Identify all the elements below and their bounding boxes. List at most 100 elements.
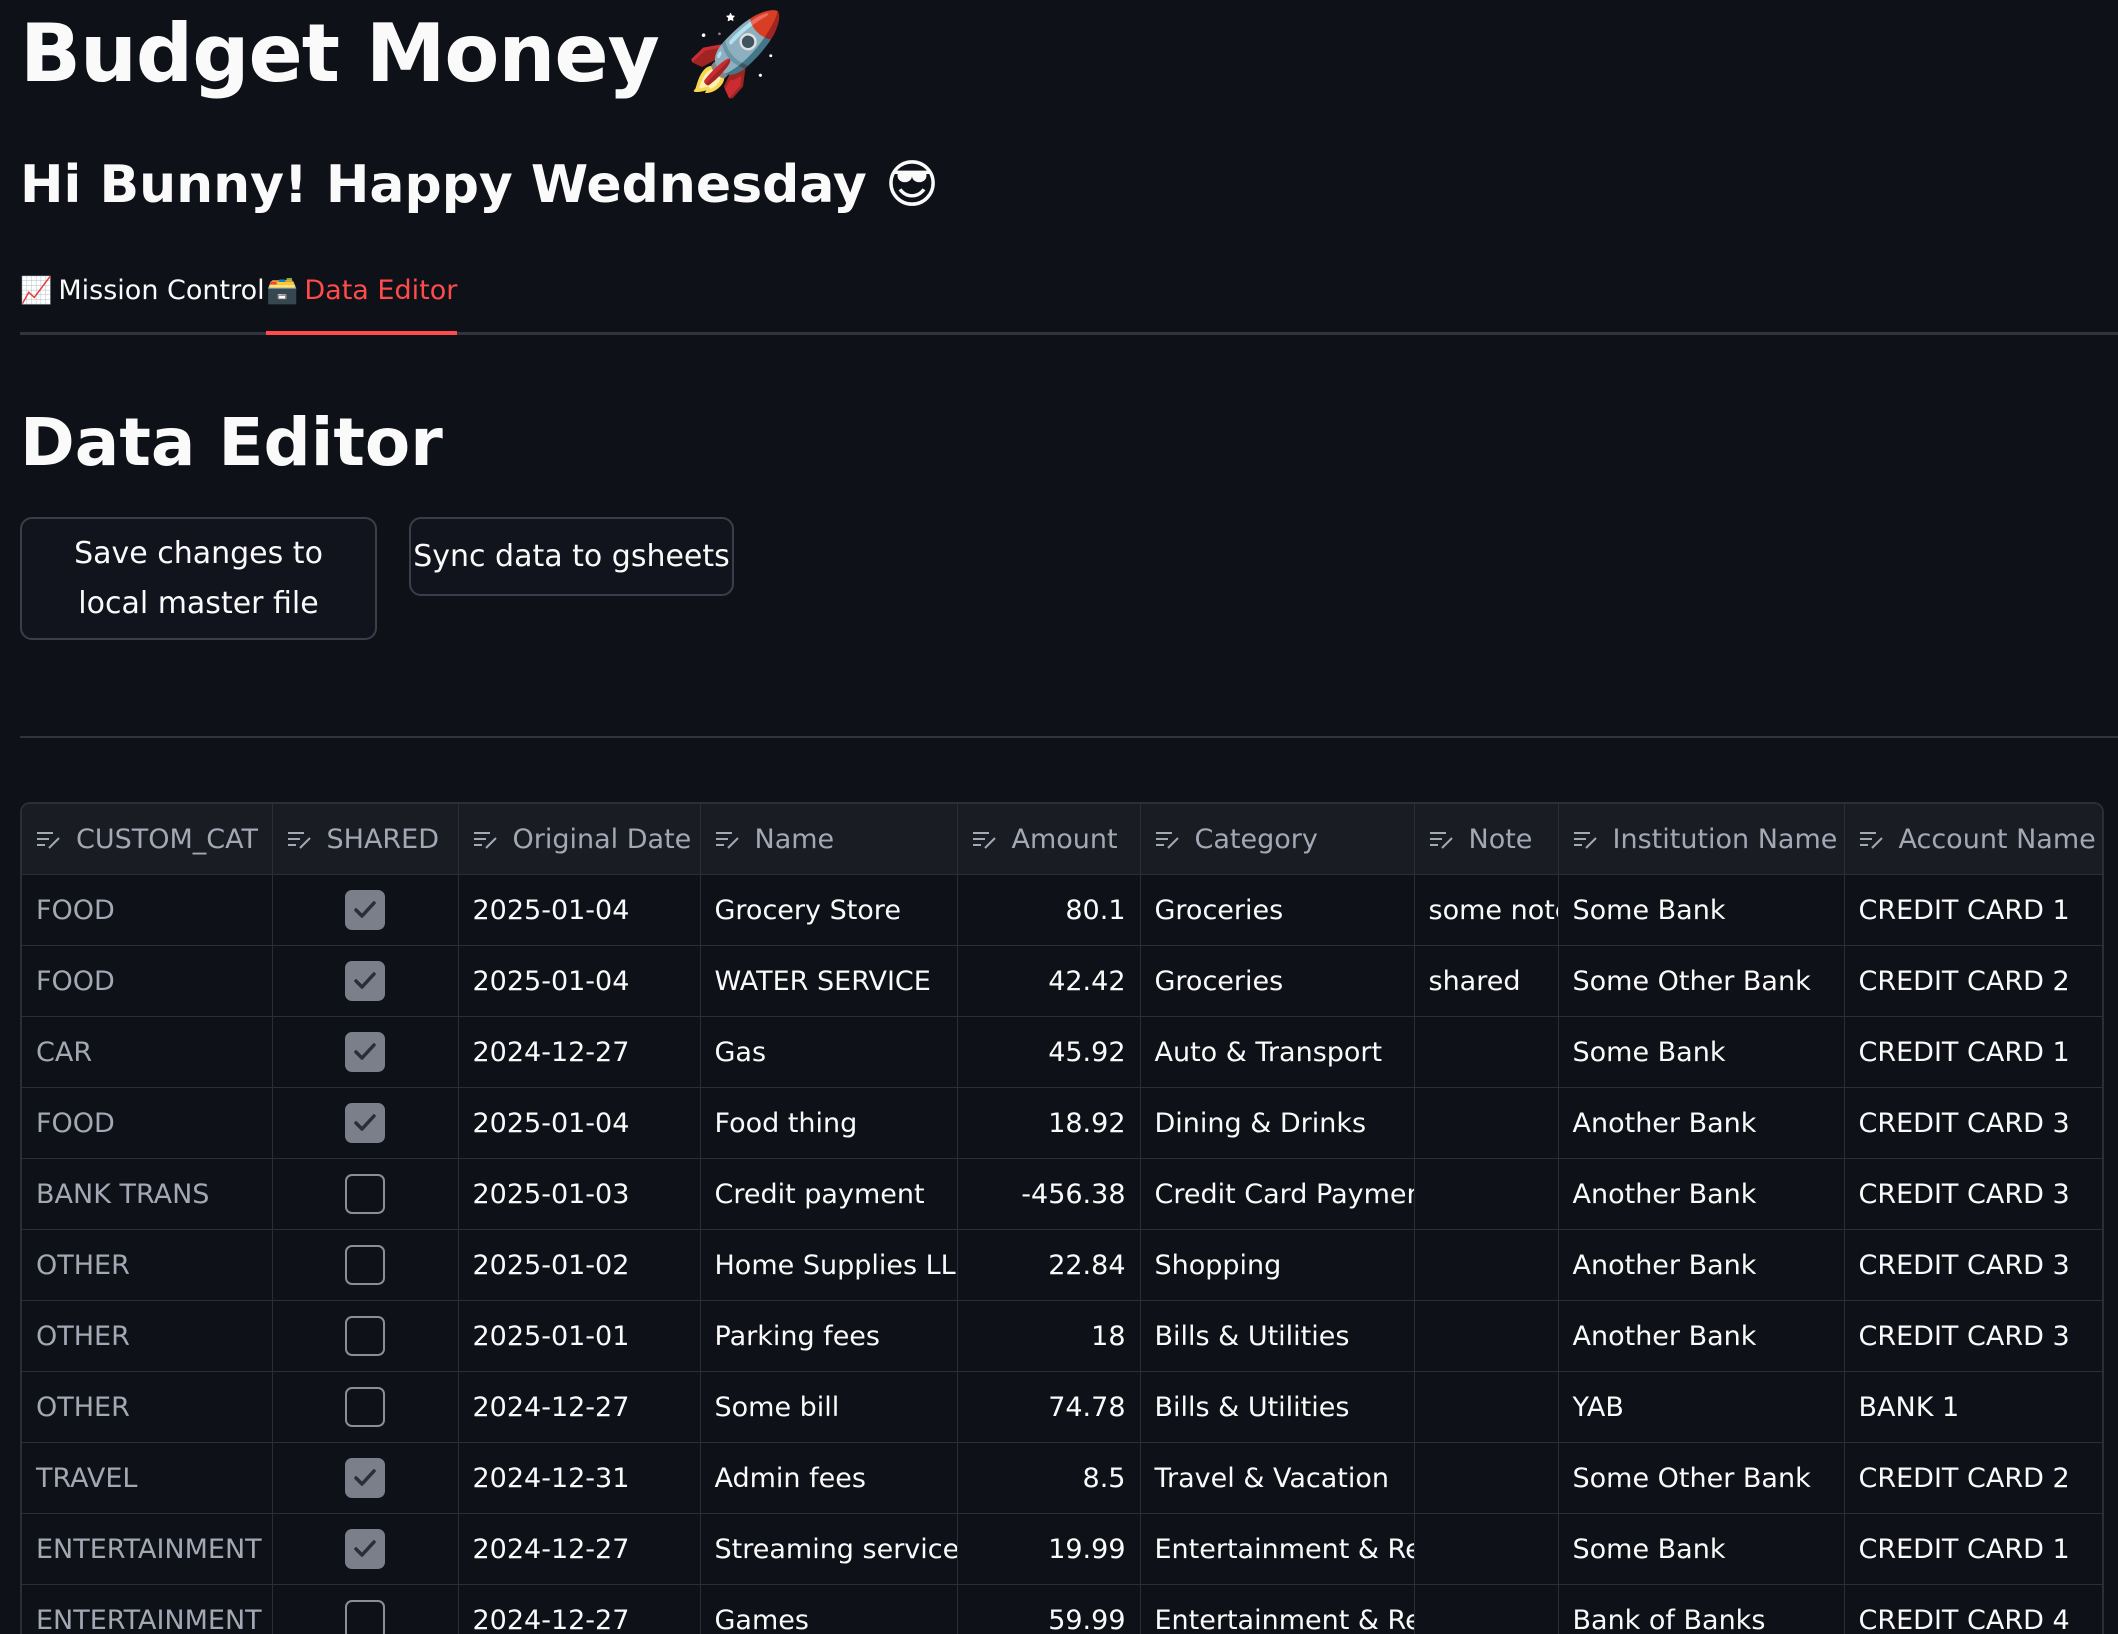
category-cell[interactable]: Groceries: [1140, 945, 1415, 1017]
shared-cell[interactable]: [272, 1229, 459, 1301]
custom-cat-cell[interactable]: OTHER: [22, 1300, 273, 1372]
checked-checkbox[interactable]: [345, 890, 385, 930]
note-cell[interactable]: [1414, 1584, 1559, 1634]
column-header[interactable]: Name: [700, 804, 958, 875]
name-cell[interactable]: Grocery Store: [700, 874, 958, 946]
amount-cell[interactable]: 45.92: [957, 1016, 1141, 1088]
account-cell[interactable]: CREDIT CARD 3: [1844, 1300, 2102, 1372]
institution-cell[interactable]: Some Other Bank: [1558, 945, 1845, 1017]
category-cell[interactable]: Entertainment & Rec.: [1140, 1584, 1415, 1634]
institution-cell[interactable]: YAB: [1558, 1371, 1845, 1443]
column-header[interactable]: Institution Name: [1558, 804, 1845, 875]
institution-cell[interactable]: Some Bank: [1558, 1513, 1845, 1585]
account-cell[interactable]: BANK 1: [1844, 1371, 2102, 1443]
shared-cell[interactable]: [272, 1300, 459, 1372]
date-cell[interactable]: 2025-01-03: [458, 1158, 701, 1230]
note-cell[interactable]: [1414, 1300, 1559, 1372]
account-cell[interactable]: CREDIT CARD 3: [1844, 1158, 2102, 1230]
shared-cell[interactable]: [272, 1016, 459, 1088]
account-cell[interactable]: CREDIT CARD 3: [1844, 1087, 2102, 1159]
account-cell[interactable]: CREDIT CARD 1: [1844, 874, 2102, 946]
custom-cat-cell[interactable]: OTHER: [22, 1371, 273, 1443]
note-cell[interactable]: [1414, 1513, 1559, 1585]
save-local-button[interactable]: Save changes to local master file: [20, 517, 377, 640]
institution-cell[interactable]: Another Bank: [1558, 1229, 1845, 1301]
institution-cell[interactable]: Bank of Banks: [1558, 1584, 1845, 1634]
account-cell[interactable]: CREDIT CARD 2: [1844, 945, 2102, 1017]
institution-cell[interactable]: Another Bank: [1558, 1087, 1845, 1159]
unchecked-checkbox[interactable]: [345, 1245, 385, 1285]
amount-cell[interactable]: 22.84: [957, 1229, 1141, 1301]
column-header[interactable]: Note: [1414, 804, 1559, 875]
account-cell[interactable]: CREDIT CARD 1: [1844, 1513, 2102, 1585]
date-cell[interactable]: 2025-01-04: [458, 945, 701, 1017]
column-header[interactable]: CUSTOM_CAT: [22, 804, 273, 875]
institution-cell[interactable]: Some Bank: [1558, 1016, 1845, 1088]
amount-cell[interactable]: 8.5: [957, 1442, 1141, 1514]
date-cell[interactable]: 2025-01-04: [458, 1087, 701, 1159]
category-cell[interactable]: Shopping: [1140, 1229, 1415, 1301]
name-cell[interactable]: WATER SERVICE: [700, 945, 958, 1017]
name-cell[interactable]: Home Supplies LLC: [700, 1229, 958, 1301]
custom-cat-cell[interactable]: BANK TRANS: [22, 1158, 273, 1230]
custom-cat-cell[interactable]: CAR: [22, 1016, 273, 1088]
note-cell[interactable]: [1414, 1016, 1559, 1088]
data-editor-grid[interactable]: CUSTOM_CAT SHARED Original Date Name Amount C…: [20, 802, 2104, 1634]
category-cell[interactable]: Groceries: [1140, 874, 1415, 946]
institution-cell[interactable]: Some Other Bank: [1558, 1442, 1845, 1514]
checked-checkbox[interactable]: [345, 1458, 385, 1498]
date-cell[interactable]: 2024-12-27: [458, 1371, 701, 1443]
name-cell[interactable]: Streaming services: [700, 1513, 958, 1585]
amount-cell[interactable]: 59.99: [957, 1584, 1141, 1634]
custom-cat-cell[interactable]: ENTERTAINMENT: [22, 1513, 273, 1585]
category-cell[interactable]: Travel & Vacation: [1140, 1442, 1415, 1514]
unchecked-checkbox[interactable]: [345, 1316, 385, 1356]
category-cell[interactable]: Credit Card Payment: [1140, 1158, 1415, 1230]
category-cell[interactable]: Dining & Drinks: [1140, 1087, 1415, 1159]
tab-data-editor[interactable]: 🗃️ Data Editor: [266, 262, 458, 335]
category-cell[interactable]: Bills & Utilities: [1140, 1300, 1415, 1372]
name-cell[interactable]: Credit payment: [700, 1158, 958, 1230]
name-cell[interactable]: Gas: [700, 1016, 958, 1088]
name-cell[interactable]: Parking fees: [700, 1300, 958, 1372]
date-cell[interactable]: 2024-12-27: [458, 1513, 701, 1585]
tab-mission-control[interactable]: 📈 Mission Control: [20, 262, 265, 332]
name-cell[interactable]: Food thing: [700, 1087, 958, 1159]
column-header[interactable]: Original Date: [458, 804, 701, 875]
amount-cell[interactable]: 18: [957, 1300, 1141, 1372]
date-cell[interactable]: 2025-01-01: [458, 1300, 701, 1372]
note-cell[interactable]: [1414, 1371, 1559, 1443]
column-header[interactable]: Account Name: [1844, 804, 2102, 875]
unchecked-checkbox[interactable]: [345, 1600, 385, 1634]
date-cell[interactable]: 2025-01-02: [458, 1229, 701, 1301]
category-cell[interactable]: Bills & Utilities: [1140, 1371, 1415, 1443]
date-cell[interactable]: 2024-12-27: [458, 1016, 701, 1088]
custom-cat-cell[interactable]: FOOD: [22, 945, 273, 1017]
category-cell[interactable]: Entertainment & Rec.: [1140, 1513, 1415, 1585]
account-cell[interactable]: CREDIT CARD 2: [1844, 1442, 2102, 1514]
note-cell[interactable]: [1414, 1087, 1559, 1159]
column-header[interactable]: SHARED: [272, 804, 459, 875]
column-header[interactable]: Category: [1140, 804, 1415, 875]
note-cell[interactable]: [1414, 1229, 1559, 1301]
amount-cell[interactable]: 42.42: [957, 945, 1141, 1017]
account-cell[interactable]: CREDIT CARD 4: [1844, 1584, 2102, 1634]
account-cell[interactable]: CREDIT CARD 3: [1844, 1229, 2102, 1301]
institution-cell[interactable]: Some Bank: [1558, 874, 1845, 946]
checked-checkbox[interactable]: [345, 1103, 385, 1143]
shared-cell[interactable]: [272, 1442, 459, 1514]
name-cell[interactable]: Admin fees: [700, 1442, 958, 1514]
shared-cell[interactable]: [272, 1158, 459, 1230]
shared-cell[interactable]: [272, 1584, 459, 1634]
amount-cell[interactable]: 74.78: [957, 1371, 1141, 1443]
date-cell[interactable]: 2024-12-31: [458, 1442, 701, 1514]
institution-cell[interactable]: Another Bank: [1558, 1158, 1845, 1230]
note-cell[interactable]: [1414, 1158, 1559, 1230]
category-cell[interactable]: Auto & Transport: [1140, 1016, 1415, 1088]
account-cell[interactable]: CREDIT CARD 1: [1844, 1016, 2102, 1088]
amount-cell[interactable]: 18.92: [957, 1087, 1141, 1159]
unchecked-checkbox[interactable]: [345, 1387, 385, 1427]
checked-checkbox[interactable]: [345, 1529, 385, 1569]
institution-cell[interactable]: Another Bank: [1558, 1300, 1845, 1372]
note-cell[interactable]: some note: [1414, 874, 1559, 946]
